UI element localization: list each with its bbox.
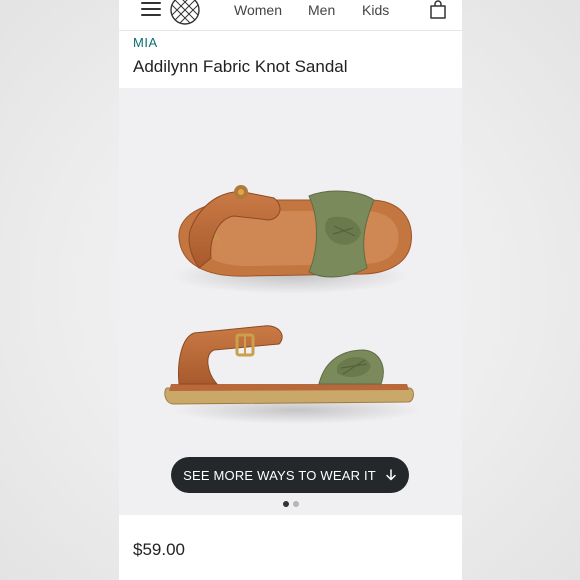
product-title: Addilynn Fabric Knot Sandal	[133, 57, 348, 76]
arrow-down-icon	[386, 469, 396, 481]
product-image: MIA	[164, 185, 422, 424]
see-more-ways-button[interactable]: SEE MORE WAYS TO WEAR IT	[171, 457, 409, 493]
nav-kids[interactable]: Kids	[362, 2, 389, 18]
nav-men[interactable]: Men	[308, 2, 335, 18]
carousel-dot-1[interactable]	[282, 501, 289, 507]
menu-icon[interactable]	[141, 0, 161, 18]
top-nav-bar: Women Men Kids	[119, 0, 462, 31]
sandal-side-view	[164, 325, 422, 424]
carousel-dot-2[interactable]	[292, 501, 299, 507]
see-more-ways-label: SEE MORE WAYS TO WEAR IT	[183, 467, 376, 483]
stitch-fix-logo[interactable]	[169, 0, 201, 26]
sandal-top-view: MIA	[171, 185, 413, 294]
shopping-bag-icon[interactable]	[428, 0, 448, 20]
carousel-pagination	[119, 501, 462, 507]
product-image-carousel[interactable]: MIA	[119, 88, 462, 515]
product-price: $59.00	[133, 540, 185, 559]
product-brand-link[interactable]: MIA	[133, 35, 158, 50]
mobile-page: Women Men Kids MIA Addilynn Fabric Knot …	[119, 0, 462, 580]
nav-women[interactable]: Women	[234, 2, 282, 18]
